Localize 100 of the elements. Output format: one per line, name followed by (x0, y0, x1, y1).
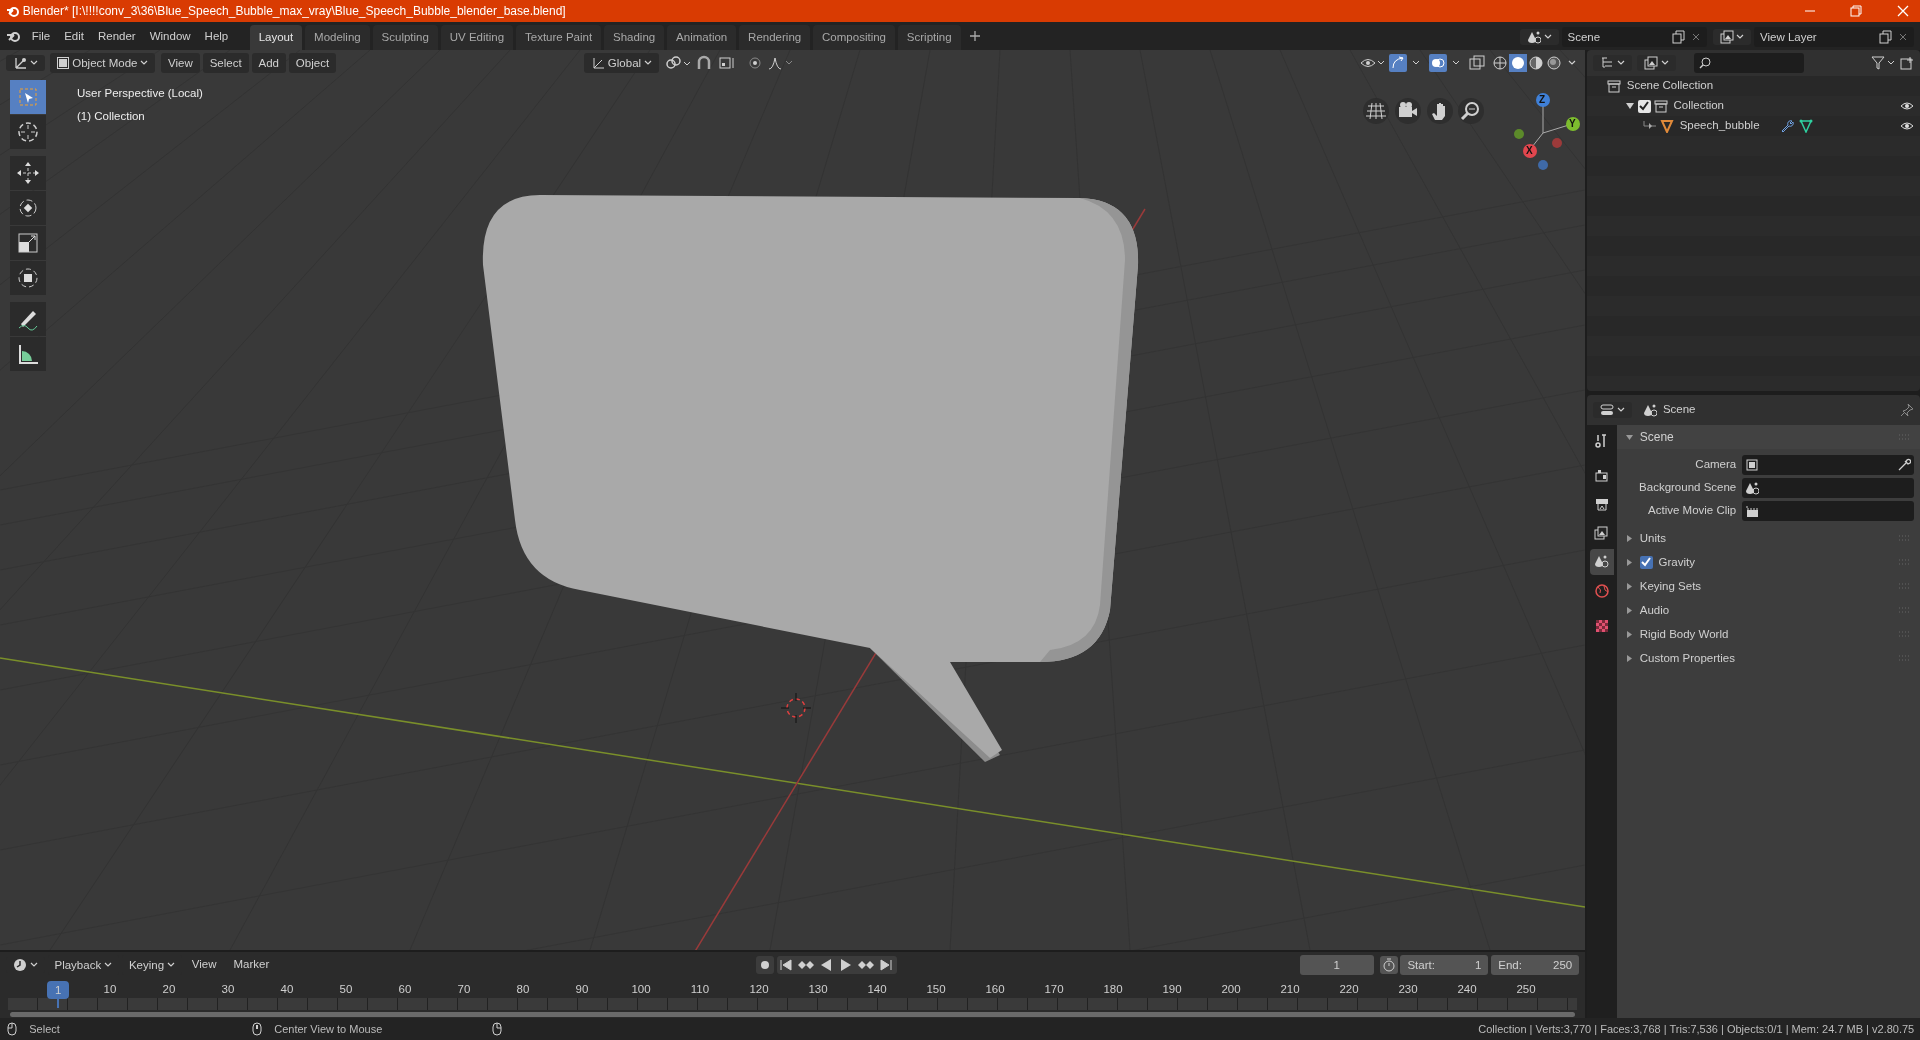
rendered-shading-icon[interactable] (1544, 54, 1563, 72)
workspace-tab[interactable]: Rendering (739, 24, 811, 50)
eye-icon[interactable] (1900, 121, 1915, 131)
caret-icon (1616, 407, 1625, 413)
menu-item[interactable]: View (161, 53, 200, 73)
new-collection-icon[interactable] (1900, 56, 1915, 70)
editor-type-button[interactable] (1592, 402, 1632, 418)
mesh-data-icon[interactable] (1799, 119, 1814, 133)
nav-button[interactable] (1363, 98, 1389, 124)
wireframe-shading-icon[interactable] (1490, 54, 1509, 72)
expand-arrow-icon (1625, 605, 1634, 615)
grid-view-icon (1365, 100, 1387, 122)
nav-button[interactable] (1458, 98, 1485, 124)
workspace-tab[interactable]: UV Editing (440, 24, 514, 50)
outliner-item[interactable]: Scene Collection (1626, 77, 1714, 95)
wrench-icon[interactable] (1779, 119, 1794, 133)
tool-button[interactable] (10, 226, 46, 260)
caret-icon (1661, 60, 1670, 66)
filter-icon[interactable] (1870, 56, 1895, 70)
outliner-item[interactable]: Speech_bubble (1679, 117, 1760, 135)
tool-button[interactable] (10, 115, 46, 149)
xray-icon[interactable] (1468, 55, 1485, 71)
menu-item[interactable]: View (184, 954, 224, 976)
tool-button[interactable] (10, 337, 46, 371)
frame-number: 130 (808, 982, 828, 997)
view-layer-tab-icon (1593, 525, 1610, 542)
field-label: Active Movie Clip (1647, 502, 1738, 518)
frame-number: 230 (1398, 982, 1418, 997)
workspace-tab[interactable]: Compositing (813, 24, 895, 50)
restore-icon[interactable] (1850, 5, 1862, 17)
mouse-icon (490, 1022, 503, 1036)
menu-item[interactable]: Object (288, 53, 337, 73)
status-hint: Center View to Mouse (274, 1021, 383, 1037)
status-hint: Select (29, 1021, 60, 1037)
menu-item[interactable]: File (24, 25, 58, 48)
solid-shading-icon[interactable] (1508, 54, 1527, 72)
record-icon[interactable] (756, 956, 775, 974)
eye-icon[interactable] (1900, 101, 1915, 111)
display-mode-button[interactable] (1637, 55, 1677, 71)
object-field[interactable] (1742, 454, 1915, 475)
search-field[interactable] (1693, 53, 1804, 73)
data-block-button[interactable] (1520, 29, 1559, 46)
workspace-tab[interactable]: Modeling (305, 24, 370, 50)
collection-icon (1653, 99, 1668, 113)
editor-type-button[interactable] (5, 55, 45, 71)
camera-icon (1744, 457, 1759, 472)
tool-button[interactable] (10, 156, 46, 190)
timeline-scrollbar[interactable] (10, 1012, 1575, 1017)
frame-number: 170 (1044, 982, 1064, 997)
properties-icon (1599, 403, 1614, 417)
menu-item[interactable]: Marker (226, 954, 277, 976)
menu-item[interactable]: Edit (57, 25, 91, 48)
frame-number: 30 (221, 982, 235, 997)
eye-icon[interactable] (1359, 56, 1384, 70)
current-frame-field[interactable]: 1 (1299, 955, 1374, 975)
nav-button[interactable] (1426, 98, 1453, 124)
menu-item[interactable]: Add (251, 53, 286, 73)
checkbox[interactable] (1639, 555, 1653, 569)
link-icon[interactable] (664, 55, 691, 71)
orientation-dropdown[interactable]: Global (584, 53, 659, 73)
object-field[interactable] (1742, 477, 1915, 498)
copy-icon[interactable] (1878, 30, 1893, 45)
data-block-button[interactable] (1712, 29, 1752, 46)
frame-number: 180 (1103, 982, 1123, 997)
caret-icon (1736, 34, 1745, 41)
tool-button[interactable] (10, 302, 46, 336)
properties-tab[interactable] (1589, 549, 1614, 576)
workspace-tab[interactable]: Texture Paint (516, 24, 602, 50)
close-icon[interactable] (1896, 5, 1909, 17)
workspace-tab[interactable]: Sculpting (372, 24, 438, 50)
object-field[interactable] (1742, 500, 1915, 521)
menu-item[interactable]: Render (91, 25, 143, 48)
copy-icon[interactable] (1670, 30, 1685, 45)
mode-dropdown[interactable]: Object Mode (50, 53, 156, 73)
nav-button[interactable] (1394, 98, 1421, 124)
menu-item[interactable]: Help (197, 25, 236, 48)
workspace-tab[interactable]: Layout (249, 24, 303, 50)
proportional-edit-icon[interactable] (748, 56, 762, 70)
material-shading-icon[interactable] (1526, 54, 1545, 72)
add-icon[interactable] (969, 30, 982, 42)
magnet-icon[interactable] (696, 55, 713, 71)
caret-icon (104, 962, 113, 968)
pin-icon[interactable] (1900, 403, 1915, 417)
workspace-tab[interactable]: Scripting (897, 24, 961, 50)
stopwatch-icon[interactable] (1379, 956, 1398, 974)
workspace-tab[interactable]: Animation (667, 24, 737, 50)
tool-button[interactable] (10, 261, 46, 295)
eyedropper-icon[interactable] (1897, 457, 1912, 472)
clip-icon (1744, 503, 1759, 518)
outliner-item[interactable]: Collection (1673, 97, 1724, 115)
end-frame-field[interactable]: End: 250 (1491, 955, 1580, 975)
checkbox[interactable] (1637, 99, 1651, 113)
panel-header[interactable]: Scene (1617, 425, 1920, 449)
menu-item[interactable]: Select (202, 53, 249, 73)
tool-button[interactable] (10, 191, 46, 225)
workspace-tab[interactable]: Shading (604, 24, 665, 50)
expand-arrow-icon[interactable] (1625, 101, 1635, 111)
start-frame-field[interactable]: Start: 1 (1400, 955, 1489, 975)
menu-item[interactable]: Window (142, 25, 198, 48)
output-tab-icon (1593, 496, 1610, 513)
